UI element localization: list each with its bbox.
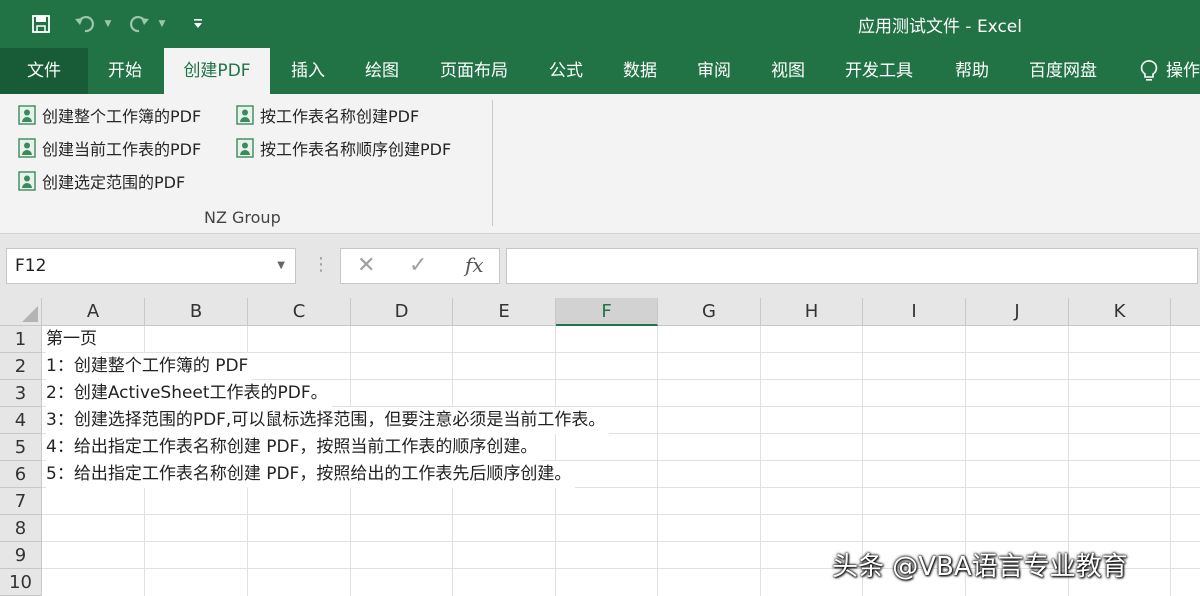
row-header-7[interactable]: 7: [0, 488, 42, 515]
tab-tell-me[interactable]: 操作: [1138, 48, 1200, 94]
column-header-d[interactable]: D: [351, 298, 453, 326]
gridline: [1170, 326, 1171, 596]
row-header-1[interactable]: 1: [0, 326, 42, 353]
select-all-button[interactable]: [0, 298, 42, 326]
customize-qat-icon[interactable]: [188, 10, 208, 38]
column-header-g[interactable]: G: [658, 298, 761, 326]
column-header-i[interactable]: I: [863, 298, 966, 326]
name-box-dropdown-icon[interactable]: ▼: [277, 249, 285, 283]
create-selection-pdf-label: 创建选定范围的PDF: [42, 173, 186, 192]
tab-draw[interactable]: 绘图: [352, 48, 412, 94]
gridline: [42, 541, 1200, 542]
tab-baidu-netdisk[interactable]: 百度网盘: [1018, 48, 1108, 94]
tab-page-layout[interactable]: 页面布局: [430, 48, 518, 94]
pdf-user-icon: [18, 138, 36, 158]
column-header-k[interactable]: K: [1069, 298, 1171, 326]
ribbon-panel: 创建整个工作簿的PDF 按工作表名称创建PDF 创建当前工作表的PDF 按工作表…: [0, 94, 1200, 234]
window-title: 应用测试文件 - Excel: [858, 17, 1022, 37]
row-header-4[interactable]: 4: [0, 407, 42, 434]
gridline: [760, 326, 761, 596]
cell-a4[interactable]: 3：创建选择范围的PDF,可以鼠标选择范围，但要注意必须是当前工作表。: [46, 407, 610, 434]
ribbon-group-label: NZ Group: [204, 208, 281, 227]
enter-check-icon[interactable]: ✓: [409, 253, 427, 278]
cell-a6[interactable]: 5：给出指定工作表名称创建 PDF，按照给出的工作表先后顺序创建。: [46, 461, 576, 488]
column-header-h[interactable]: H: [761, 298, 863, 326]
tab-data[interactable]: 数据: [612, 48, 668, 94]
gridline: [42, 514, 1200, 515]
tab-view[interactable]: 视图: [760, 48, 816, 94]
tell-me-label: 操作: [1166, 61, 1200, 81]
formula-bar-resize-handle[interactable]: ⋮: [312, 254, 330, 275]
row-header-10[interactable]: 10: [0, 569, 42, 596]
tab-review[interactable]: 审阅: [686, 48, 742, 94]
column-header-c[interactable]: C: [248, 298, 351, 326]
row-header-8[interactable]: 8: [0, 515, 42, 542]
pdf-user-icon: [18, 105, 36, 125]
tab-help[interactable]: 帮助: [944, 48, 1000, 94]
tab-file[interactable]: 文件: [0, 48, 88, 94]
create-workbook-pdf-label: 创建整个工作簿的PDF: [42, 107, 202, 126]
ribbon-group-separator: [492, 100, 493, 226]
pdf-user-icon: [236, 138, 254, 158]
cancel-icon[interactable]: ✕: [357, 253, 375, 278]
name-box-value: F12: [15, 256, 47, 276]
create-pdf-by-sheet-order-label: 按工作表名称顺序创建PDF: [260, 140, 452, 159]
tab-home[interactable]: 开始: [96, 48, 154, 94]
create-pdf-by-sheet-name-label: 按工作表名称创建PDF: [260, 107, 420, 126]
cell-a5[interactable]: 4：给出指定工作表名称创建 PDF，按照当前工作表的顺序创建。: [46, 434, 542, 461]
tab-create-pdf[interactable]: 创建PDF: [164, 48, 270, 94]
column-header-f[interactable]: F: [556, 298, 658, 326]
lightbulb-icon: [1140, 60, 1158, 81]
insert-function-icon[interactable]: fx: [465, 253, 484, 277]
create-active-sheet-pdf-label: 创建当前工作表的PDF: [42, 140, 202, 159]
row-header-3[interactable]: 3: [0, 380, 42, 407]
watermark-text: 头条 @VBA语言专业教育: [832, 552, 1128, 582]
save-icon[interactable]: [28, 10, 54, 38]
create-pdf-by-sheet-name-button[interactable]: 按工作表名称创建PDF: [236, 102, 419, 128]
row-header-2[interactable]: 2: [0, 353, 42, 380]
column-header-j[interactable]: J: [966, 298, 1069, 326]
redo-dropdown-icon[interactable]: ▼: [156, 10, 168, 38]
create-active-sheet-pdf-button[interactable]: 创建当前工作表的PDF: [18, 135, 201, 161]
tab-formulas[interactable]: 公式: [538, 48, 594, 94]
column-header-b[interactable]: B: [145, 298, 248, 326]
create-selection-pdf-button[interactable]: 创建选定范围的PDF: [18, 168, 185, 194]
redo-icon[interactable]: [124, 10, 154, 38]
pdf-user-icon: [18, 171, 36, 191]
row-header-5[interactable]: 5: [0, 434, 42, 461]
cell-a1[interactable]: 第一页: [46, 326, 101, 353]
undo-dropdown-icon[interactable]: ▼: [102, 10, 114, 38]
formula-buttons: ✕ ✓ fx: [340, 248, 500, 284]
column-header-a[interactable]: A: [42, 298, 145, 326]
name-box[interactable]: F12 ▼: [6, 248, 296, 284]
column-header-l-partial[interactable]: [1171, 298, 1200, 326]
gridline: [657, 326, 658, 596]
undo-icon[interactable]: [70, 10, 100, 38]
cell-a3[interactable]: 2：创建ActiveSheet工作表的PDF。: [46, 380, 332, 407]
create-pdf-by-sheet-order-button[interactable]: 按工作表名称顺序创建PDF: [236, 135, 451, 161]
row-header-6[interactable]: 6: [0, 461, 42, 488]
cell-a2[interactable]: 1：创建整个工作簿的 PDF: [46, 353, 253, 380]
pdf-user-icon: [236, 105, 254, 125]
ribbon-tabs: 文件 开始 创建PDF 插入 绘图 页面布局 公式 数据 审阅 视图 开发工具 …: [0, 48, 1200, 94]
tab-developer[interactable]: 开发工具: [834, 48, 924, 94]
row-header-9[interactable]: 9: [0, 542, 42, 569]
formula-input[interactable]: [506, 248, 1198, 284]
title-bar: ▼ ▼ 应用测试文件 - Excel: [0, 0, 1200, 48]
create-workbook-pdf-button[interactable]: 创建整个工作簿的PDF: [18, 102, 201, 128]
column-header-e[interactable]: E: [453, 298, 556, 326]
tab-insert[interactable]: 插入: [280, 48, 336, 94]
formula-bar-area: F12 ▼ ⋮ ✕ ✓ fx: [0, 234, 1200, 298]
